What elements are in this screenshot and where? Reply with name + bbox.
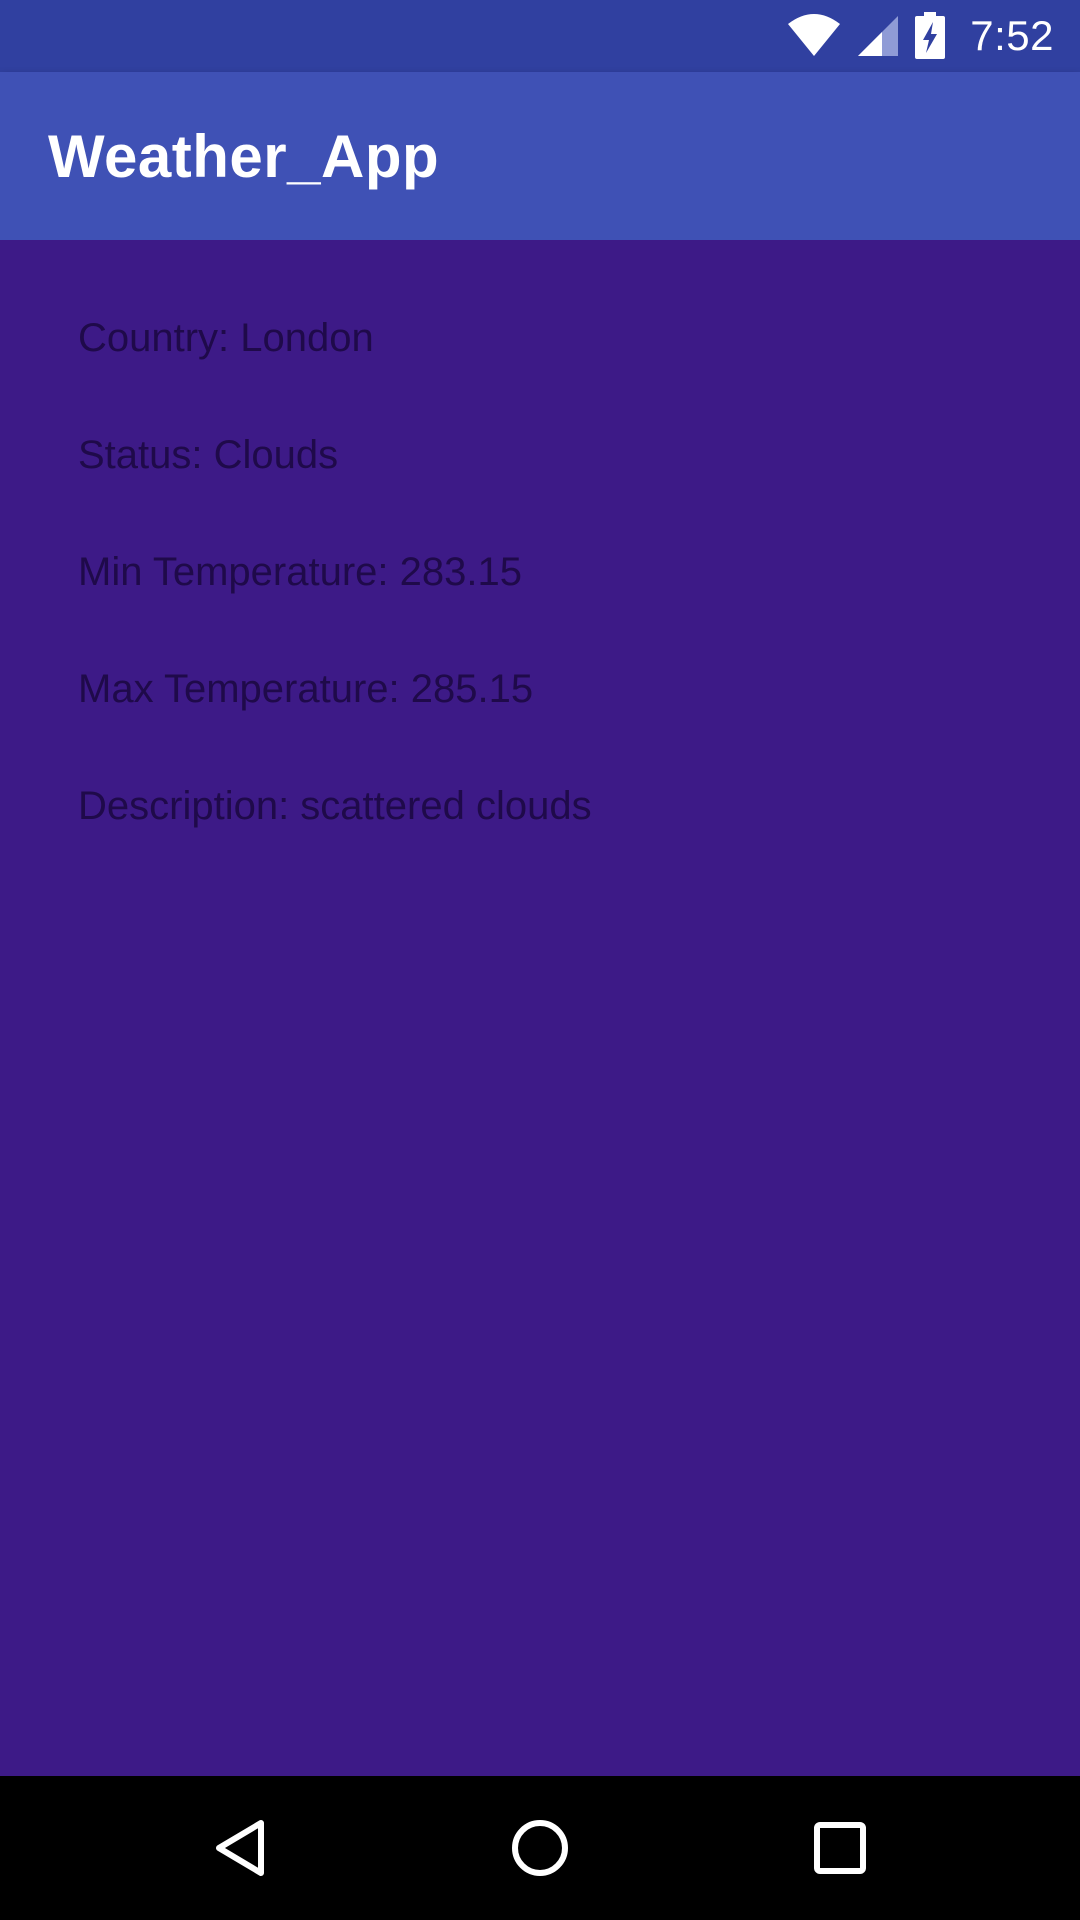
wifi-icon (786, 14, 842, 58)
recents-button[interactable] (760, 1776, 920, 1920)
status-icons: 7:52 (786, 12, 1054, 60)
min-temperature-text: Min Temperature: 283.15 (78, 550, 522, 594)
max-temperature-text: Max Temperature: 285.15 (78, 667, 534, 711)
status-text: Status: Clouds (78, 433, 339, 477)
back-button[interactable] (161, 1776, 321, 1920)
navigation-bar (0, 1776, 1080, 1920)
country-text: Country: London (78, 316, 374, 360)
weather-info-panel: Country: London Status: Clouds Min Tempe… (0, 240, 1080, 1776)
status-bar: 7:52 (0, 0, 1080, 72)
app-title: Weather_App (48, 122, 440, 190)
cell-signal-icon (856, 14, 900, 58)
description-text: Description: scattered clouds (78, 784, 592, 828)
status-clock: 7:52 (970, 12, 1054, 59)
home-icon (510, 1818, 570, 1878)
back-icon (213, 1818, 269, 1878)
app-bar: Weather_App (0, 72, 1080, 240)
battery-charging-icon (914, 12, 946, 60)
home-button[interactable] (460, 1776, 620, 1920)
recents-icon (812, 1820, 868, 1876)
